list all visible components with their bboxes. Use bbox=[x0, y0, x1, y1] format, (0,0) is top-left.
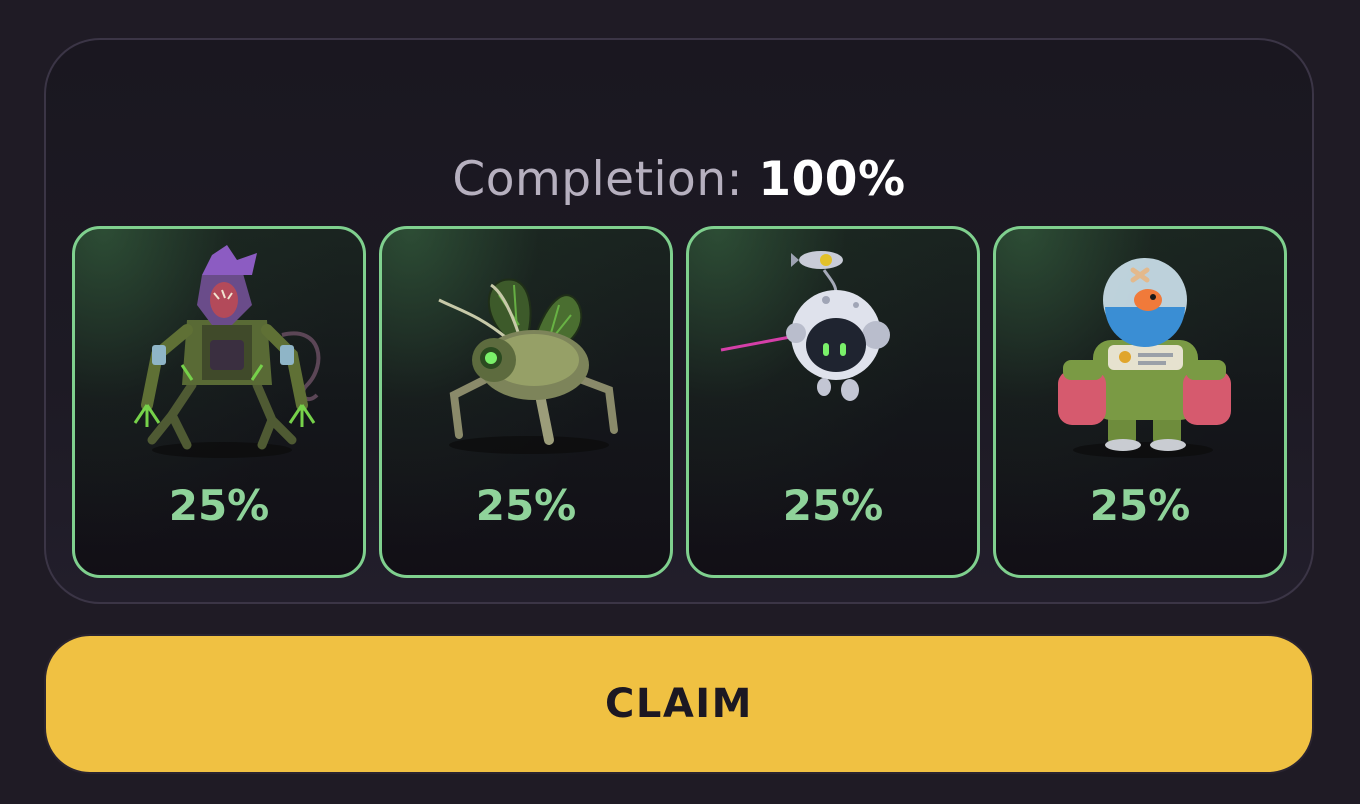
space-drone-icon bbox=[720, 251, 890, 401]
reward-card-aquarium-mech[interactable]: 25% bbox=[993, 226, 1287, 578]
claim-button[interactable]: CLAIM bbox=[44, 634, 1314, 774]
reward-card-mutant[interactable]: 25% bbox=[72, 226, 366, 578]
completion-label: Completion: bbox=[452, 152, 743, 207]
card-percent: 25% bbox=[1089, 481, 1191, 530]
card-percent: 25% bbox=[168, 481, 270, 530]
completion-value: 100% bbox=[758, 152, 906, 207]
reward-cards: 25% 25% 25% 25% bbox=[72, 226, 1288, 578]
robot-bug-icon bbox=[438, 278, 618, 454]
card-percent: 25% bbox=[782, 481, 884, 530]
reward-card-space-drone[interactable]: 25% bbox=[686, 226, 980, 578]
completion-status: Completion: 100% bbox=[46, 150, 1312, 210]
card-percent: 25% bbox=[475, 481, 577, 530]
reward-card-robot-bug[interactable]: 25% bbox=[379, 226, 673, 578]
mutant-creature-icon bbox=[133, 245, 321, 458]
aquarium-mech-icon bbox=[1058, 258, 1231, 458]
